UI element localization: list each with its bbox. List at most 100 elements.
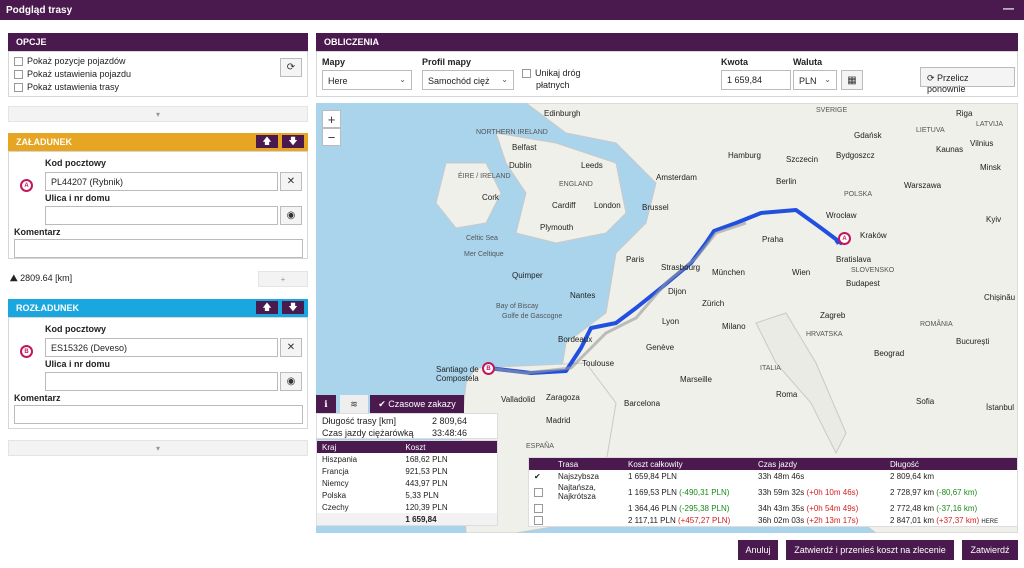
option-vehicle-settings[interactable]: Pokaż ustawienia pojazdu xyxy=(14,69,131,80)
refresh-button[interactable]: ⟳ xyxy=(280,58,302,77)
recalculate-button[interactable]: ⟳ Przelicz ponownie xyxy=(920,67,1015,94)
cost-diff: (-295,38 PLN) xyxy=(679,503,730,513)
calc-header: OBLICZENIA xyxy=(316,33,1018,51)
checkbox[interactable] xyxy=(14,70,23,80)
calculator-button[interactable]: ▦ xyxy=(841,70,863,90)
drive-time-header: Czas jazdy xyxy=(758,459,798,469)
map-label: Quimper xyxy=(512,271,543,280)
checkbox[interactable] xyxy=(14,57,23,67)
unloading-comment-input[interactable] xyxy=(14,405,303,424)
check-icon: ✔ xyxy=(534,471,541,481)
maps-select[interactable]: Here ⌄ xyxy=(322,70,412,90)
info-button[interactable]: ℹ xyxy=(316,395,336,413)
time-diff: (+2h 13m 17s) xyxy=(806,515,859,525)
zoom-out-button[interactable]: − xyxy=(322,128,341,146)
checkbox[interactable] xyxy=(14,83,23,93)
map-label: Leeds xyxy=(581,161,603,170)
info-icon: ℹ xyxy=(324,398,328,409)
layers-button[interactable]: ≋ xyxy=(340,395,368,413)
move-down-button[interactable]: 🡇 xyxy=(282,135,304,148)
map-label: Sofia xyxy=(916,397,935,406)
options-title: OPCJE xyxy=(16,37,47,47)
map-label: HRVATSKA xyxy=(806,331,843,338)
move-up-button[interactable]: 🡅 xyxy=(256,135,278,148)
checkbox[interactable] xyxy=(529,482,553,502)
cost-cell: 443,97 PLN xyxy=(405,478,448,488)
loading-panel: A Kod pocztowy PL44207 (Rybnik) ✕ Ulica … xyxy=(8,151,308,259)
close-icon: ✕ xyxy=(286,176,296,187)
cancel-button[interactable]: Anuluj xyxy=(738,540,778,560)
map-label: Paris xyxy=(626,255,645,264)
collapse-divider[interactable]: ▾ xyxy=(8,106,308,122)
locate-button[interactable]: ◉ xyxy=(280,372,302,391)
pin-b-marker-icon[interactable]: B xyxy=(482,362,495,375)
map-label: Cardiff xyxy=(552,201,576,210)
map-label: Roma xyxy=(776,390,798,399)
map-label: Hamburg xyxy=(728,151,761,160)
move-up-button[interactable]: 🡅 xyxy=(256,301,278,314)
collapse-divider[interactable]: ▾ xyxy=(8,440,308,456)
length-diff: (-80,67 km) xyxy=(936,487,978,497)
options-panel: Pokaż pozycje pojazdów Pokaż ustawienia … xyxy=(8,51,308,97)
move-down-button[interactable]: 🡇 xyxy=(282,301,304,314)
minimize-button[interactable]: — xyxy=(1003,3,1014,15)
map-label: Berlin xyxy=(776,177,797,186)
map-label: Wien xyxy=(792,268,811,277)
options-header: OPCJE xyxy=(8,33,308,51)
map-label: Amsterdam xyxy=(656,173,697,182)
close-icon: ✕ xyxy=(286,342,296,353)
loading-street-input[interactable] xyxy=(45,206,278,225)
route-time: 36h 02m 03s xyxy=(758,515,805,525)
zoom-in-button[interactable]: + xyxy=(322,110,341,128)
clear-button[interactable]: ✕ xyxy=(280,172,302,191)
loading-postal-input[interactable]: PL44207 (Rybnik) xyxy=(45,172,278,191)
locate-button[interactable]: ◉ xyxy=(280,206,302,225)
map-label: Milano xyxy=(722,322,746,331)
cost-header: Koszt xyxy=(405,442,426,452)
map-label: Zürich xyxy=(702,299,725,308)
map-label: ROMÂNIA xyxy=(920,321,953,328)
clear-button[interactable]: ✕ xyxy=(280,338,302,357)
pin-a-marker-icon[interactable]: A xyxy=(838,232,851,245)
profile-select[interactable]: Samochód cięż ⌄ xyxy=(422,70,514,90)
refresh-icon: ⟳ xyxy=(286,62,296,73)
avoid-label: Unikaj dróg xyxy=(535,68,581,78)
map-label: Cork xyxy=(482,193,499,202)
route-time: 34h 43m 35s xyxy=(758,503,805,513)
unloading-street-input[interactable] xyxy=(45,372,278,391)
add-point-button[interactable]: + xyxy=(258,271,308,287)
table-row[interactable]: 1 364,46 PLN (-295,38 PLN) 34h 43m 35s (… xyxy=(529,502,1017,514)
table-row: Niemcy 443,97 PLN xyxy=(317,477,497,489)
amount-input[interactable]: 1 659,84 xyxy=(721,70,791,90)
checkbox[interactable] xyxy=(529,514,553,526)
confirm-button[interactable]: Zatwierdź xyxy=(962,540,1018,560)
option-route-settings[interactable]: Pokaż ustawienia trasy xyxy=(14,82,119,93)
unloading-comment-label: Komentarz xyxy=(14,393,61,403)
map-label: ÉIRE / IRELAND xyxy=(458,173,511,180)
map-label: Lyon xyxy=(662,317,680,326)
option-vehicle-positions[interactable]: Pokaż pozycje pojazdów xyxy=(14,56,126,67)
avoid-tolls-option[interactable]: Unikaj dróg xyxy=(522,68,581,79)
table-row: Polska 5,33 PLN xyxy=(317,489,497,501)
confirm-transfer-button[interactable]: Zatwierdź i przenieś koszt na zlecenie xyxy=(786,540,954,560)
loading-comment-input[interactable] xyxy=(14,239,303,258)
unloading-postal-label: Kod pocztowy xyxy=(45,324,106,334)
map-label: Bordeaux xyxy=(558,335,593,344)
map-label: Nantes xyxy=(570,291,596,300)
map-label: Zaragoza xyxy=(546,393,580,402)
unloading-panel: B Kod pocztowy ES15326 (Deveso) ✕ Ulica … xyxy=(8,317,308,429)
table-row[interactable]: ✔ Najszybsza 1 659,84 PLN 33h 48m 46s 2 … xyxy=(529,470,1017,482)
checkbox[interactable] xyxy=(522,69,531,79)
map-label: Celtic Sea xyxy=(466,235,498,242)
select-header xyxy=(529,458,553,470)
checkbox[interactable] xyxy=(529,502,553,514)
table-row[interactable]: 2 117,11 PLN (+457,27 PLN) 36h 02m 03s (… xyxy=(529,514,1017,526)
total-cell: 1 659,84 xyxy=(405,514,437,524)
currency-select[interactable]: PLN ⌄ xyxy=(793,70,837,90)
length-value: 2 809,64 xyxy=(432,416,468,426)
toll-bans-button[interactable]: ✔ Czasowe zakazy xyxy=(370,395,464,413)
unloading-postal-input[interactable]: ES15326 (Deveso) xyxy=(45,338,278,357)
route-cost: 2 117,11 PLN xyxy=(628,515,676,525)
map-label: ESPAÑA xyxy=(526,443,554,450)
table-row[interactable]: Najtańsza, Najkrótsza 1 169,53 PLN (-490… xyxy=(529,482,1017,502)
